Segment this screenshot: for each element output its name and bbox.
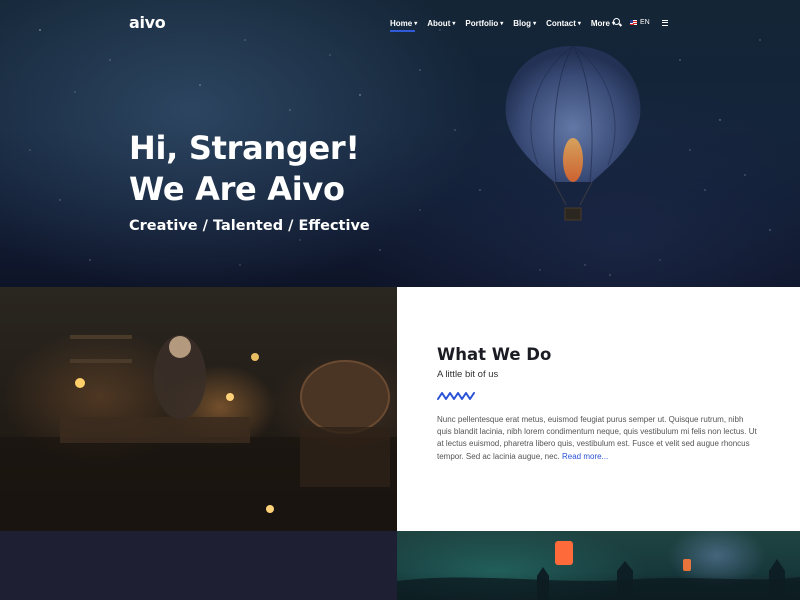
chevron-down-icon: ▾: [414, 20, 418, 27]
alchemist-workshop-image: [0, 287, 397, 531]
hero-title-line-2: We Are Aivo: [129, 170, 345, 208]
nav-item-more[interactable]: More ▾: [591, 19, 615, 28]
hot-air-balloon-image: [505, 45, 641, 221]
hamburger-icon[interactable]: [661, 19, 668, 26]
zigzag-divider-icon: [437, 392, 475, 400]
main-menu: Home ▾ About ▾ Portfolio ▾ Blog ▾ Contac…: [390, 19, 615, 32]
what-we-do-panel: What We Do A little bit of us Nunc pelle…: [397, 287, 800, 531]
nav-label-home: Home: [390, 19, 413, 28]
nav-label-about: About: [427, 19, 451, 28]
hero-title-line-1: Hi, Stranger!: [129, 129, 360, 167]
chevron-down-icon: ▾: [452, 20, 456, 27]
uk-flag-icon: [630, 20, 637, 25]
dark-content-block: [0, 531, 397, 600]
lanterns-illustration: [397, 541, 800, 600]
nav-label-blog: Blog: [513, 19, 532, 28]
workshop-illustration: [0, 335, 397, 531]
chevron-down-icon: ▾: [533, 20, 537, 27]
hero-text: Hi, Stranger! We Are Aivo Creative / Tal…: [129, 128, 370, 234]
nav-label-portfolio: Portfolio: [465, 19, 499, 28]
nav-item-portfolio[interactable]: Portfolio ▾: [465, 19, 503, 28]
top-navigation: aivo Home ▾ About ▾ Portfolio ▾ Blog ▾ C…: [0, 0, 800, 50]
fantasy-city-image: [397, 531, 800, 600]
language-code: EN: [640, 19, 650, 26]
section-title: What We Do: [437, 345, 552, 364]
chevron-down-icon: ▾: [577, 20, 581, 27]
chevron-down-icon: ▾: [500, 20, 504, 27]
nav-label-contact: Contact: [546, 19, 576, 28]
nav-item-contact[interactable]: Contact ▾: [546, 19, 581, 28]
hero-tagline: Creative / Talented / Effective: [129, 218, 370, 234]
search-icon[interactable]: [613, 18, 622, 27]
read-more-link[interactable]: Read more...: [562, 452, 608, 461]
section-subtitle: A little bit of us: [437, 369, 499, 380]
nav-tools: EN: [613, 18, 668, 27]
nav-item-about[interactable]: About ▾: [427, 19, 455, 28]
nav-item-home[interactable]: Home ▾: [390, 19, 418, 32]
hero-section: aivo Home ▾ About ▾ Portfolio ▾ Blog ▾ C…: [0, 0, 800, 287]
site-logo[interactable]: aivo: [129, 13, 166, 32]
nav-label-more: More: [590, 19, 610, 28]
section-body: Nunc pellentesque erat metus, euismod fe…: [437, 414, 759, 463]
language-switcher[interactable]: EN: [630, 19, 650, 26]
nav-item-blog[interactable]: Blog ▾: [513, 19, 536, 28]
